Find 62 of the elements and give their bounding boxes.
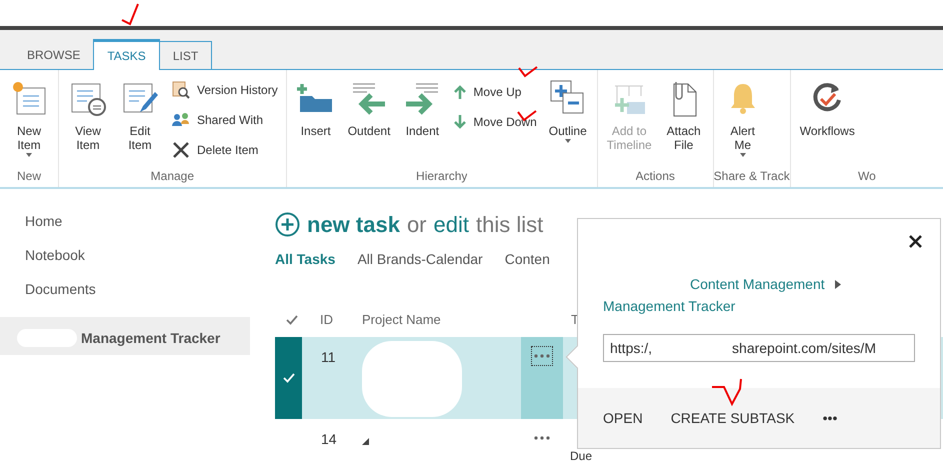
ribbon-button[interactable]: Delete Item <box>169 138 280 161</box>
table-cell-text: 14 <box>320 430 338 449</box>
close-icon <box>171 140 191 160</box>
ribbon-button[interactable]: Move Up <box>451 80 539 103</box>
group-label: Actions <box>636 168 675 185</box>
view-link[interactable]: All Brands-Calendar <box>357 249 483 273</box>
ribbon-button[interactable]: Move Down <box>451 110 539 133</box>
ribbon-button[interactable]: Alert Me <box>718 78 768 167</box>
group-label: New <box>16 168 41 185</box>
ribbon-button[interactable]: Attach File <box>658 78 709 167</box>
ribbon-button[interactable]: New Item <box>4 78 54 167</box>
group-label: Hierarchy <box>416 168 468 185</box>
callout-action[interactable]: ••• <box>822 408 838 428</box>
heading-link[interactable]: edit <box>434 208 469 240</box>
check-icon <box>282 373 294 383</box>
ribbon-tab[interactable]: LIST <box>160 41 212 69</box>
arrow-up-icon <box>453 84 468 100</box>
close-button[interactable] <box>909 235 922 248</box>
ribbon-button[interactable]: Outdent <box>342 78 396 167</box>
more-icon <box>534 436 550 440</box>
table-cell-text: 11 <box>320 348 337 367</box>
group-label: Manage <box>150 168 194 185</box>
ribbon-button[interactable]: Outline <box>542 78 593 167</box>
nav-link[interactable]: Management Tracker <box>0 317 250 355</box>
group-label: Share & Track <box>714 168 790 185</box>
ribbon-button[interactable]: View Item <box>63 78 113 167</box>
ribbon-button[interactable]: Shared With <box>169 108 280 131</box>
heading-text: or <box>406 210 426 238</box>
ribbon-button[interactable]: Insert <box>290 78 341 167</box>
history-icon <box>171 80 191 100</box>
nav-link[interactable]: Home <box>0 209 250 243</box>
annotation-mark <box>517 64 539 78</box>
breadcrumb-link[interactable]: Content Management <box>690 274 825 294</box>
nav-link[interactable]: Documents <box>0 277 250 311</box>
ribbon-tab[interactable]: TASKS <box>93 39 160 70</box>
ribbon-button[interactable]: Version History <box>169 78 280 101</box>
url-field[interactable]: https:/, sharepoint.com/sites/M <box>603 334 915 362</box>
add-icon[interactable] <box>275 212 300 236</box>
callout-action[interactable]: CREATE SUBTASK <box>670 408 795 428</box>
heading-text: this list <box>476 210 544 238</box>
more-button[interactable] <box>532 347 552 365</box>
group-label: Wo <box>858 168 876 185</box>
ribbon-tab[interactable]: BROWSE <box>14 41 94 69</box>
expand-icon[interactable] <box>362 438 369 445</box>
table-cell: Due <box>570 450 592 462</box>
nav-link[interactable]: Notebook <box>0 243 250 277</box>
view-link[interactable]: Conten <box>504 249 550 273</box>
view-link[interactable]: All Tasks <box>275 249 336 273</box>
caret-icon <box>834 280 841 288</box>
more-icon <box>534 354 550 358</box>
callout-action[interactable]: OPEN <box>603 408 643 428</box>
arrow-down-icon <box>453 114 468 130</box>
ribbon-button[interactable]: Edit Item <box>115 78 165 167</box>
caret-icon <box>25 152 33 158</box>
caret-icon <box>564 138 572 144</box>
caret-icon <box>738 152 747 158</box>
breadcrumb-link[interactable]: Management Tracker <box>578 296 736 317</box>
ribbon-button[interactable]: Workflows <box>794 78 860 167</box>
column-header[interactable]: ID <box>309 310 361 330</box>
heading-link[interactable]: new task <box>307 208 400 240</box>
ribbon-button[interactable]: Indent <box>397 78 448 167</box>
column-header[interactable]: Project Name <box>361 310 523 330</box>
